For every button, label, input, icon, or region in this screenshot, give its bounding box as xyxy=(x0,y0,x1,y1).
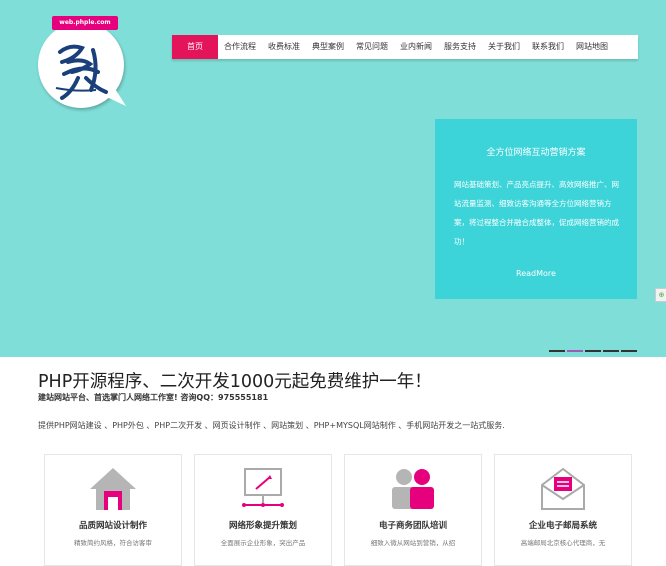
nav-item-home[interactable]: 首页 xyxy=(172,35,218,59)
side-tab[interactable]: ⊕ xyxy=(655,288,666,302)
slider-dot[interactable] xyxy=(585,350,601,352)
mail-envelope-icon xyxy=(541,467,585,510)
slider-dot[interactable] xyxy=(549,350,565,352)
promo-box: 全方位网络互动营销方案 网站基础策划、产品亮点提升、高效网络推广、网站流量监测、… xyxy=(435,119,637,299)
nav-item-process[interactable]: 合作流程 xyxy=(218,35,262,59)
card-title: 网络形象提升策划 xyxy=(228,521,297,531)
site-logo[interactable]: web.phple.com xyxy=(38,16,132,118)
nav-item-about[interactable]: 关于我们 xyxy=(482,35,526,59)
card-desc: 精致简约风格，符合访客审 xyxy=(74,539,152,547)
nav-item-contact[interactable]: 联系我们 xyxy=(526,35,570,59)
nav-item-support[interactable]: 服务支持 xyxy=(438,35,482,59)
slider-dots xyxy=(549,350,637,352)
service-card-mail[interactable]: 企业电子邮局系统 高端邮局北京核心代理商，无 xyxy=(494,454,632,566)
nav-item-sitemap[interactable]: 网站地图 xyxy=(570,35,614,59)
logo-url-tag: web.phple.com xyxy=(52,16,118,30)
promo-body: 网站基础策划、产品亮点提升、高效网络推广、网站流量监测、细致访客沟通等全方位网络… xyxy=(454,180,619,246)
card-desc: 高端邮局北京核心代理商，无 xyxy=(520,539,606,547)
nav-item-news[interactable]: 业内新闻 xyxy=(394,35,438,59)
card-title: 电子商务团队培训 xyxy=(378,521,447,531)
services-line: 提供PHP网站建设 、PHP外包 、PHP二次开发 、网页设计制作 、网站策划 … xyxy=(38,421,505,430)
nav-item-pricing[interactable]: 收费标准 xyxy=(262,35,306,59)
slider-dot[interactable] xyxy=(621,350,637,352)
card-desc: 细致入微从网站到营销，从招 xyxy=(370,539,456,547)
team-people-icon xyxy=(392,469,434,509)
service-card-image[interactable]: 网络形象提升策划 全面展示企业形象，突出产品 xyxy=(194,454,332,566)
main-nav: 首页 合作流程 收费标准 典型案例 常见问题 业内新闻 服务支持 关于我们 联系… xyxy=(172,35,638,59)
card-title: 企业电子邮局系统 xyxy=(528,521,597,531)
nav-item-cases[interactable]: 典型案例 xyxy=(306,35,350,59)
presentation-board-icon xyxy=(242,468,284,507)
read-more-link[interactable]: ReadMore xyxy=(435,269,637,278)
card-title: 品质网站设计制作 xyxy=(78,521,147,531)
contact-subline: 建站网站平台、首选掌门人网络工作室! 咨询QQ：975555181 xyxy=(38,393,269,402)
page-headline: PHP开源程序、二次开发1000元起免费维护一年！ xyxy=(38,372,432,392)
promo-title: 全方位网络互动营销方案 xyxy=(486,148,586,158)
card-desc: 全面展示企业形象，突出产品 xyxy=(220,539,306,547)
service-card-design[interactable]: 品质网站设计制作 精致简约风格，符合访客审 xyxy=(44,454,182,566)
house-icon xyxy=(90,468,136,510)
slider-dot-active[interactable] xyxy=(567,350,583,352)
service-card-training[interactable]: 电子商务团队培训 细致入微从网站到营销，从招 xyxy=(344,454,482,566)
slider-dot[interactable] xyxy=(603,350,619,352)
nav-item-faq[interactable]: 常见问题 xyxy=(350,35,394,59)
